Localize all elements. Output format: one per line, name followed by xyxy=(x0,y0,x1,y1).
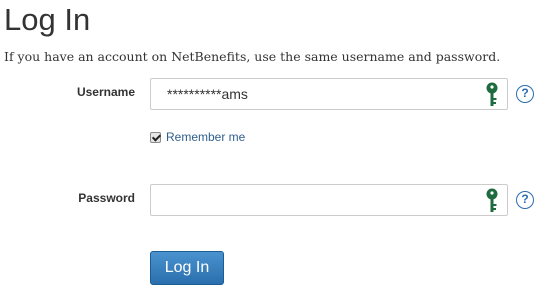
remember-me-label[interactable]: Remember me xyxy=(166,130,245,144)
checkbox-checked-icon[interactable] xyxy=(150,131,161,143)
username-label: Username xyxy=(76,85,135,99)
key-icon[interactable] xyxy=(485,188,499,214)
page-title: Log In xyxy=(4,2,91,37)
username-field-box xyxy=(150,78,508,110)
password-help-icon[interactable]: ? xyxy=(516,191,534,209)
username-help-icon[interactable]: ? xyxy=(516,85,534,103)
key-icon[interactable] xyxy=(485,82,499,108)
username-input[interactable] xyxy=(167,79,487,109)
password-field-box xyxy=(150,184,508,216)
login-button[interactable]: Log In xyxy=(150,251,224,285)
page-subtitle: If you have an account on NetBenefits, u… xyxy=(4,49,501,64)
remember-me-checkbox[interactable]: Remember me xyxy=(150,130,245,144)
password-label: Password xyxy=(78,191,135,205)
password-input[interactable] xyxy=(167,185,487,215)
